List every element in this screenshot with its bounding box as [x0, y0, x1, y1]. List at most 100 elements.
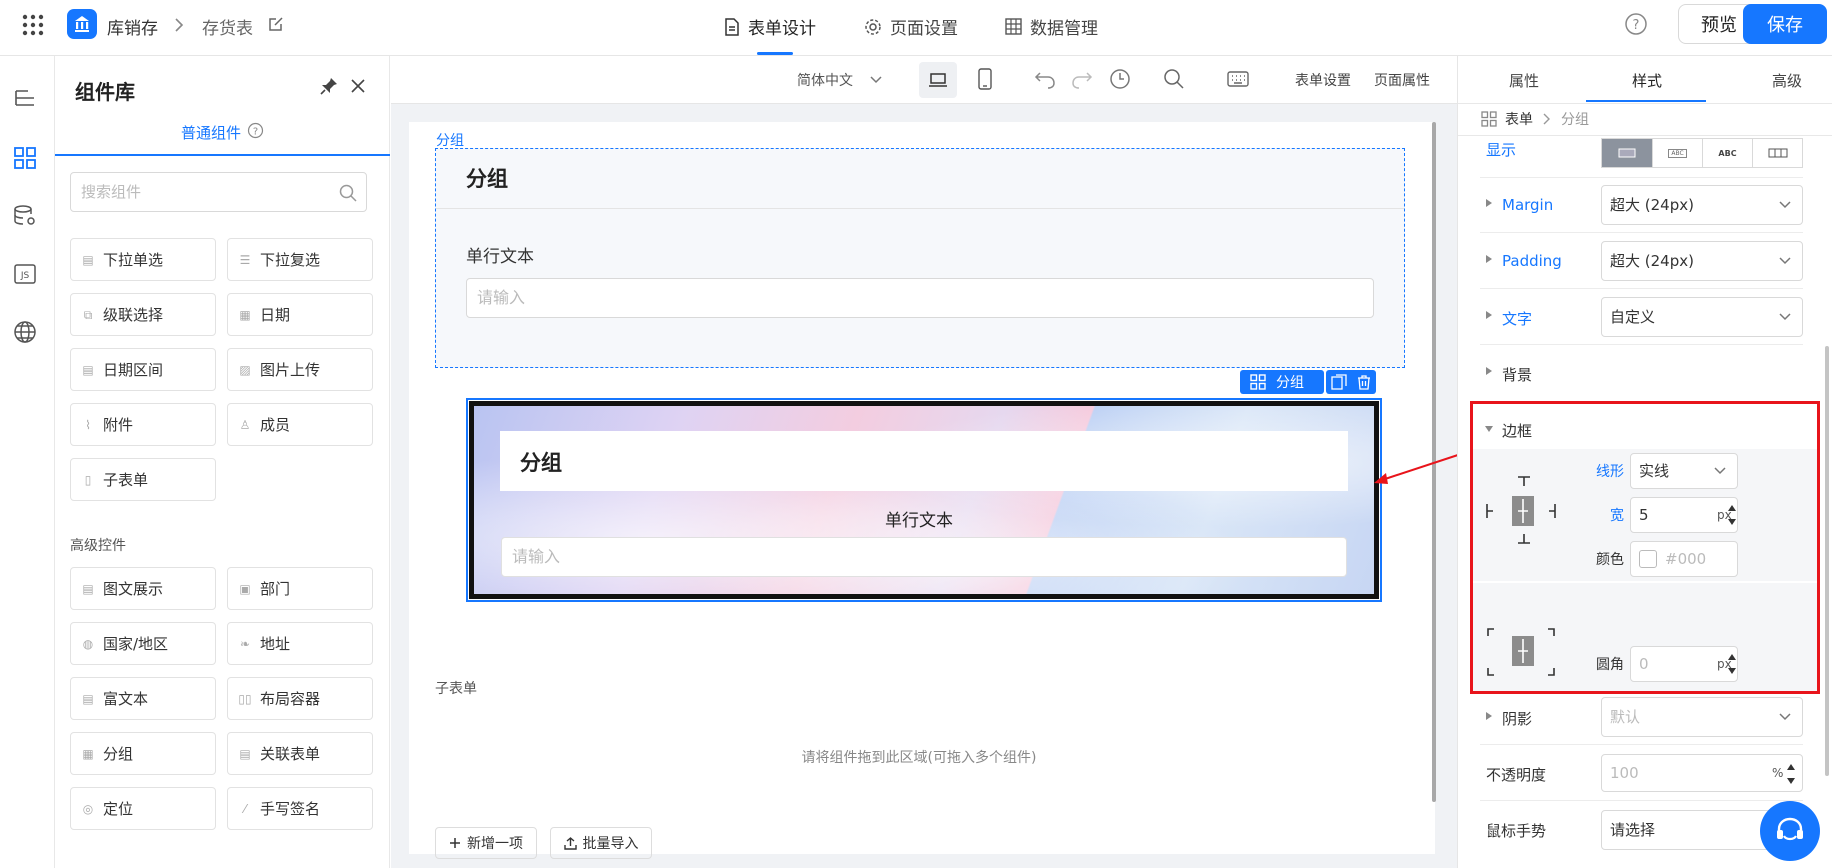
shadow-select[interactable]: 默认: [1601, 697, 1803, 737]
form-settings-link[interactable]: 表单设置: [1295, 70, 1351, 90]
search-icon: [339, 184, 357, 202]
collapse-arrow-icon[interactable]: [1484, 425, 1494, 433]
margin-select[interactable]: 超大 (24px): [1601, 185, 1803, 225]
radius-input[interactable]: 0 px: [1630, 646, 1738, 682]
component-dropdown-single[interactable]: ▤ 下拉单选: [70, 238, 216, 281]
component-dropdown-multi[interactable]: ☰ 下拉复选: [227, 238, 373, 281]
customer-service-button[interactable]: [1760, 801, 1820, 861]
component-address[interactable]: ❧ 地址: [227, 622, 373, 665]
component-date[interactable]: ▦ 日期: [227, 293, 373, 336]
app-name[interactable]: 库销存: [107, 14, 158, 39]
component-date-range[interactable]: ▤ 日期区间: [70, 348, 216, 391]
opacity-input[interactable]: 100 %: [1601, 754, 1803, 792]
tab-advanced[interactable]: 高级: [1772, 70, 1802, 91]
display-option-inline-block[interactable]: ABC: [1652, 139, 1702, 167]
search-icon[interactable]: [1163, 68, 1185, 90]
stepper-icon[interactable]: [1786, 761, 1796, 787]
component-department[interactable]: ▣ 部门: [227, 567, 373, 610]
save-button[interactable]: 保存: [1743, 4, 1827, 44]
padding-select[interactable]: 超大 (24px): [1601, 241, 1803, 281]
tab-form-design[interactable]: 表单设计: [724, 14, 816, 39]
stepper-icon[interactable]: [1727, 651, 1737, 677]
text-style-select[interactable]: 自定义: [1601, 297, 1803, 337]
stepper-icon[interactable]: [1727, 502, 1737, 528]
keyboard-icon[interactable]: [1227, 71, 1249, 87]
component-signature[interactable]: ⁄ 手写签名: [227, 787, 373, 830]
tab-style[interactable]: 样式: [1632, 70, 1662, 91]
border-width-input[interactable]: 5 px: [1630, 497, 1738, 533]
component-rich-text[interactable]: ▤ 富文本: [70, 677, 216, 720]
text-input[interactable]: 请输入: [466, 278, 1374, 318]
line-style-select[interactable]: 实线: [1630, 453, 1738, 489]
divider: [1480, 232, 1803, 233]
group-container-1[interactable]: 分组 单行文本 请输入: [435, 148, 1405, 368]
display-option-inline[interactable]: ABC: [1702, 139, 1752, 167]
app-grid-icon[interactable]: [22, 14, 44, 36]
desktop-view-button[interactable]: [919, 62, 957, 98]
component-rich-display[interactable]: ▤ 图文展示: [70, 567, 216, 610]
page-properties-link[interactable]: 页面属性: [1374, 70, 1430, 90]
components-grid-icon[interactable]: [13, 146, 37, 170]
expand-arrow-icon[interactable]: [1485, 254, 1493, 264]
component-image-upload[interactable]: ▨ 图片上传: [227, 348, 373, 391]
database-settings-icon[interactable]: [13, 204, 37, 228]
undo-icon[interactable]: [1034, 70, 1056, 90]
close-icon[interactable]: [349, 77, 367, 95]
help-icon[interactable]: ?: [1624, 12, 1648, 36]
search-input[interactable]: 搜索组件: [70, 172, 367, 212]
edit-icon[interactable]: [267, 15, 285, 33]
language-select[interactable]: 简体中文: [797, 70, 883, 90]
batch-import-button[interactable]: 批量导入: [550, 827, 652, 859]
add-item-button[interactable]: 新增一项: [435, 827, 537, 859]
component-subform[interactable]: ▯ 子表单: [70, 458, 216, 501]
chevron-down-icon: [1779, 257, 1791, 265]
border-side-selector[interactable]: [1486, 474, 1566, 546]
component-related-form[interactable]: ▤ 关联表单: [227, 732, 373, 775]
page-name: 存货表: [202, 19, 253, 39]
display-option-block[interactable]: [1602, 139, 1652, 167]
component-library-panel: 组件库 普通组件 ? 搜索组件 ▤ 下拉单选 ☰ 下拉复选 ⧉ 级联选择 ▦ 日期 ▤ 日…: [55, 56, 390, 868]
group-container-2[interactable]: 分组 单行文本 请输入: [469, 401, 1379, 599]
copy-icon[interactable]: [1330, 374, 1347, 390]
js-code-icon[interactable]: JS: [13, 262, 37, 286]
component-layout-container[interactable]: ▯▯ 布局容器: [227, 677, 373, 720]
expand-arrow-icon[interactable]: [1485, 711, 1493, 721]
redo-icon[interactable]: [1071, 70, 1093, 90]
outline-tree-icon[interactable]: [13, 88, 37, 112]
annotation-arrow: [1374, 451, 1468, 484]
globe-icon[interactable]: [13, 320, 37, 344]
expand-arrow-icon[interactable]: [1485, 310, 1493, 320]
breadcrumb-current: 分组: [1561, 112, 1589, 128]
panel-scrollbar[interactable]: [1825, 346, 1829, 776]
tab-data-management[interactable]: 数据管理: [1005, 14, 1098, 39]
component-country-region[interactable]: ◍ 国家/地区: [70, 622, 216, 665]
expand-arrow-icon[interactable]: [1485, 366, 1493, 376]
divider: [436, 208, 1404, 209]
display-mode-group: ABC ABC: [1601, 138, 1803, 168]
trash-icon[interactable]: [1356, 374, 1372, 390]
selected-group-badge[interactable]: 分组: [1240, 370, 1324, 394]
pin-icon[interactable]: [319, 76, 339, 96]
color-swatch[interactable]: [1639, 550, 1657, 568]
component-attachment[interactable]: ⌇ 附件: [70, 403, 216, 446]
border-color-input[interactable]: #000: [1630, 541, 1738, 577]
expand-arrow-icon[interactable]: [1485, 198, 1493, 208]
corner-selector[interactable]: [1486, 626, 1566, 678]
opacity-label: 不透明度: [1486, 766, 1547, 784]
line-style-label: 线形: [1596, 464, 1624, 480]
component-group[interactable]: ▦ 分组: [70, 732, 216, 775]
component-location[interactable]: ◎ 定位: [70, 787, 216, 830]
breadcrumb-root[interactable]: 表单: [1505, 109, 1533, 129]
background-label[interactable]: 背景: [1502, 364, 1532, 385]
component-cascade[interactable]: ⧉ 级联选择: [70, 293, 216, 336]
mobile-icon[interactable]: [978, 68, 992, 90]
history-clock-icon[interactable]: [1109, 68, 1131, 90]
border-label[interactable]: 边框: [1502, 420, 1532, 441]
tab-attributes[interactable]: 属性: [1509, 70, 1539, 91]
component-member[interactable]: ♙ 成员: [227, 403, 373, 446]
tab-basic-components[interactable]: 普通组件 ?: [55, 122, 390, 156]
tab-page-settings[interactable]: 页面设置: [864, 14, 958, 39]
canvas-toolbar: 简体中文 表单设置 页面属性: [391, 56, 1457, 104]
text-input[interactable]: 请输入: [501, 537, 1347, 577]
display-option-flex[interactable]: [1752, 139, 1802, 167]
